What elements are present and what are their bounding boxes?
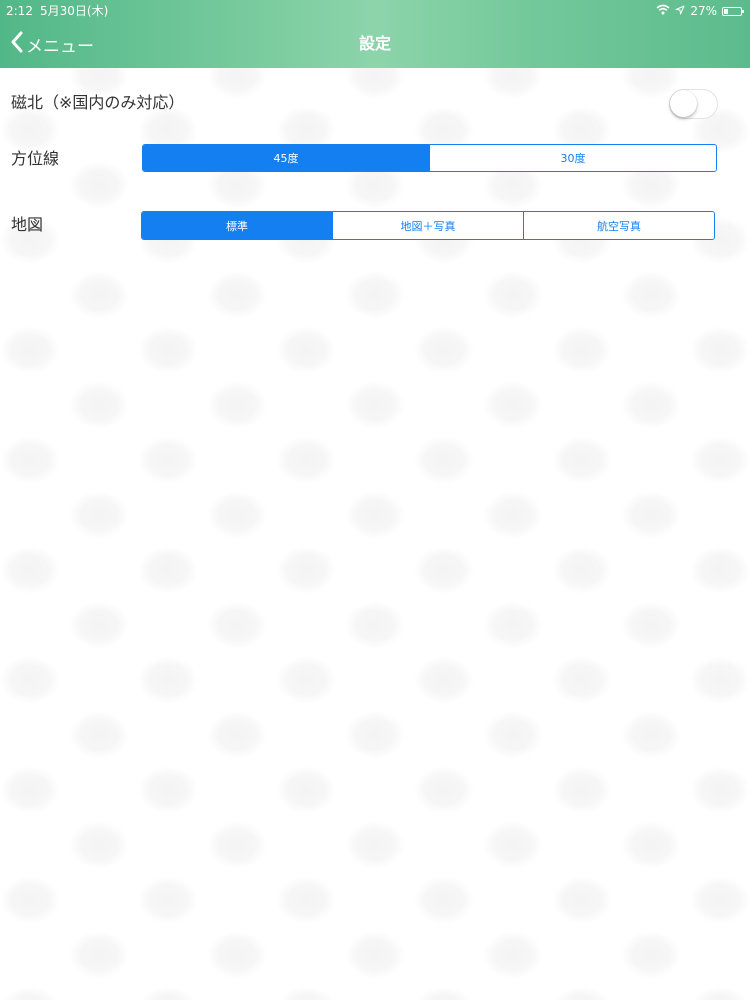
bearing-lines-segmented-control: 45度 30度 — [142, 144, 717, 172]
status-indicators: 27% — [656, 0, 744, 22]
segment-map-standard[interactable]: 標準 — [142, 212, 332, 239]
map-label: 地図 — [11, 215, 44, 234]
battery-percent: 27% — [690, 4, 717, 18]
map-type-segmented-control: 標準 地図＋写真 航空写真 — [141, 211, 715, 240]
status-time: 2:12 — [6, 4, 33, 18]
segment-map-hybrid[interactable]: 地図＋写真 — [332, 212, 523, 239]
magnetic-north-label: 磁北（※国内のみ対応） — [11, 93, 185, 112]
location-arrow-icon — [675, 0, 685, 22]
wifi-icon — [656, 0, 670, 22]
status-date: 5月30日(木) — [40, 4, 109, 18]
segment-map-aerial[interactable]: 航空写真 — [523, 212, 714, 239]
battery-level — [724, 8, 728, 14]
segment-bearing-45[interactable]: 45度 — [143, 145, 429, 171]
segment-bearing-30[interactable]: 30度 — [429, 145, 716, 171]
navigation-header: 2:12 5月30日(木) 27% メニュー 設定 — [0, 0, 750, 68]
page-title: 設定 — [358, 34, 391, 53]
status-bar: 2:12 5月30日(木) 27% — [0, 0, 750, 22]
magnetic-north-toggle[interactable] — [669, 89, 718, 119]
battery-icon — [722, 6, 744, 16]
bearing-lines-label: 方位線 — [11, 149, 60, 168]
toggle-knob — [670, 90, 697, 117]
